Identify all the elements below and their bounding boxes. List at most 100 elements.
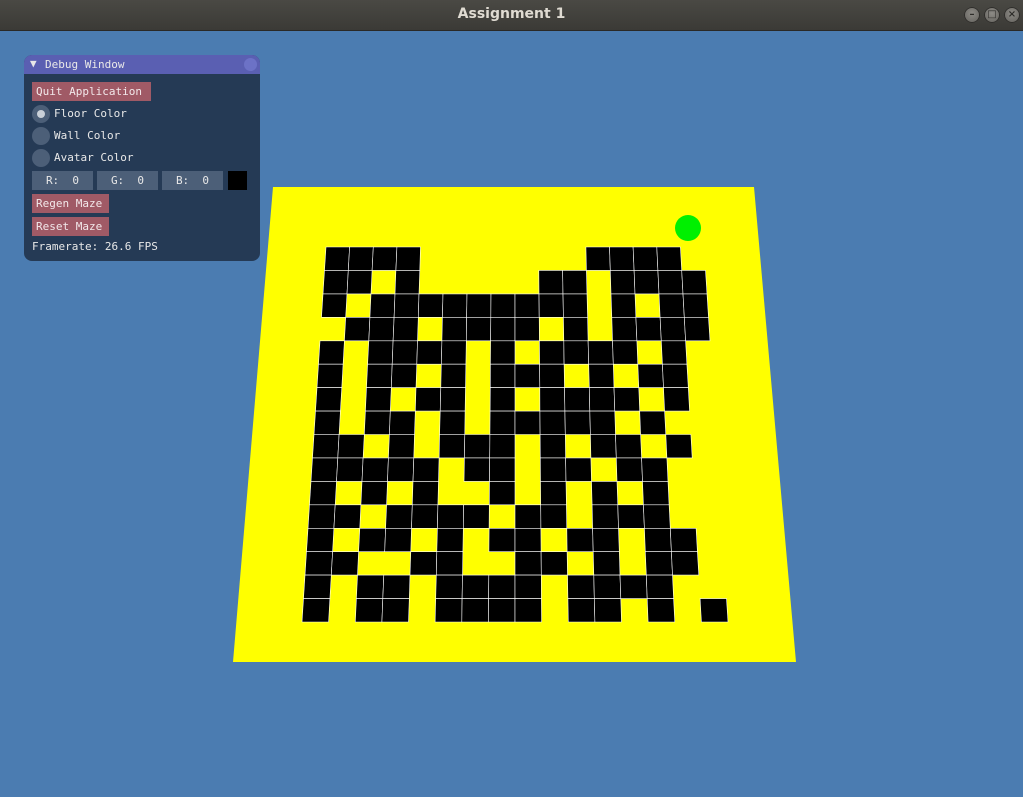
minimize-button[interactable]: – <box>964 7 980 23</box>
debug-window: ▼ Debug Window Quit Application Floor Co… <box>24 55 260 261</box>
radio-icon[interactable] <box>32 105 50 123</box>
wall-tile <box>514 504 542 529</box>
wall-tile <box>439 387 466 412</box>
wall-tile <box>387 457 415 482</box>
wall-tile <box>356 574 385 599</box>
radio-icon[interactable] <box>32 127 50 145</box>
wall-tile <box>322 270 349 295</box>
wall-tile <box>643 504 671 529</box>
debug-window-title: Debug Window <box>45 58 125 71</box>
wall-tile <box>662 363 689 388</box>
wall-tile <box>318 340 345 365</box>
wall-tile <box>514 574 542 599</box>
wall-tile <box>416 340 443 365</box>
wall-tile <box>437 504 464 529</box>
wall-tile <box>538 293 564 318</box>
wall-tile <box>395 246 421 271</box>
wall-tile <box>514 527 542 553</box>
collapse-arrow-icon[interactable]: ▼ <box>30 57 37 70</box>
wall-tile <box>585 246 611 271</box>
wall-tile <box>699 598 729 623</box>
wall-tile <box>490 293 516 318</box>
wall-tile <box>368 316 395 342</box>
wall-tile <box>589 410 616 435</box>
wall-tile <box>538 270 564 295</box>
wall-tile <box>488 574 516 599</box>
reset-maze-button[interactable]: Reset Maze <box>32 217 109 236</box>
wall-tile <box>358 527 386 553</box>
wall-tile <box>593 598 622 623</box>
wall-tile <box>539 363 565 388</box>
wall-tile <box>347 246 374 271</box>
wall-tile <box>563 316 589 342</box>
wall-tile <box>564 410 591 435</box>
wall-tile <box>663 387 690 412</box>
wall-tile <box>412 457 440 482</box>
wall-tile <box>514 363 541 388</box>
wall-tile <box>567 598 596 623</box>
wall-tile <box>609 270 636 295</box>
wall-tile <box>436 527 464 553</box>
wall-tile <box>394 270 421 295</box>
wall-tile <box>381 598 410 623</box>
wall-tile <box>632 246 659 271</box>
wall-tile <box>540 481 567 506</box>
wall-tile <box>307 504 336 529</box>
wall-tile <box>611 316 638 342</box>
wall-tile <box>539 410 566 435</box>
wall-tile <box>417 293 444 318</box>
wall-tile <box>411 481 439 506</box>
wall-tile <box>592 527 620 553</box>
wall-tile <box>588 363 615 388</box>
wall-tile <box>681 270 708 295</box>
window-title: Assignment 1 <box>457 6 566 22</box>
framerate-label: Framerate: 26.6 FPS <box>32 240 158 253</box>
maximize-button[interactable]: □ <box>984 7 1000 23</box>
wall-tile <box>514 293 540 318</box>
wall-tile <box>671 551 700 576</box>
wall-tile <box>562 293 588 318</box>
wall-tile <box>539 387 566 412</box>
debug-window-header[interactable]: ▼ Debug Window <box>24 55 260 74</box>
wall-color-label: Wall Color <box>54 129 121 142</box>
wall-tile <box>633 270 660 295</box>
wall-tile <box>646 598 676 623</box>
quit-application-button[interactable]: Quit Application <box>32 82 151 101</box>
wall-tile <box>442 293 468 318</box>
r-input[interactable]: R: 0 <box>32 171 93 190</box>
radio-icon[interactable] <box>32 149 50 167</box>
wall-tile <box>592 551 621 576</box>
wall-tile <box>411 504 439 529</box>
wall-tile <box>593 574 622 599</box>
b-input[interactable]: B: 0 <box>162 171 223 190</box>
wall-tile <box>392 316 419 342</box>
wall-tile <box>388 434 415 459</box>
close-button[interactable]: × <box>1004 7 1020 23</box>
wall-tile <box>488 598 516 623</box>
wall-tile <box>514 551 542 576</box>
wall-tile <box>566 527 594 553</box>
wall-tile <box>363 410 391 435</box>
wall-tile <box>489 434 516 459</box>
wall-tile <box>384 527 412 553</box>
wall-tile <box>385 504 413 529</box>
color-swatch[interactable] <box>228 171 247 190</box>
wall-tile <box>565 457 592 482</box>
wall-tile <box>440 363 467 388</box>
wall-tile <box>564 387 591 412</box>
wall-tile <box>465 316 492 342</box>
close-circle-icon[interactable] <box>244 58 257 71</box>
wall-tile <box>683 316 711 342</box>
wall-tile <box>488 527 516 553</box>
wall-tile <box>659 316 686 342</box>
wall-tile <box>344 316 371 342</box>
regen-maze-button[interactable]: Regen Maze <box>32 194 109 213</box>
g-input[interactable]: G: 0 <box>97 171 158 190</box>
wall-tile <box>440 340 467 365</box>
wall-tile <box>613 387 641 412</box>
wall-tile <box>391 340 418 365</box>
wall-tile <box>657 270 684 295</box>
wall-tile <box>312 434 340 459</box>
wall-tile <box>641 457 669 482</box>
wall-tile <box>390 363 418 388</box>
